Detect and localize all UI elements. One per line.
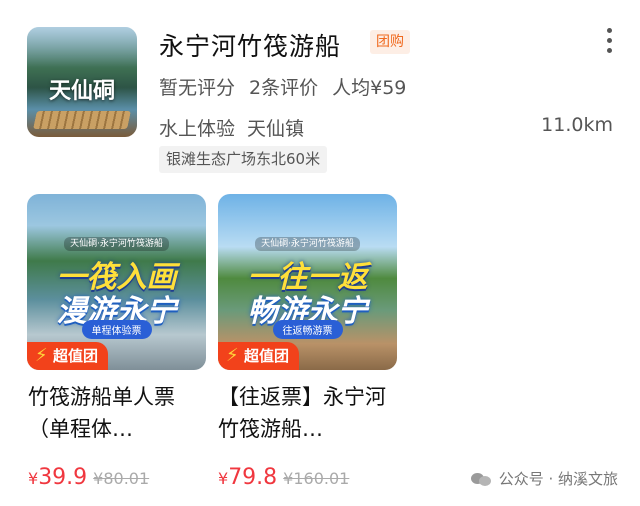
deal-pill: 单程体验票 [81, 320, 152, 339]
current-price: ¥79.8 [218, 465, 277, 490]
deal-banner-text: 天仙硐·永宁河竹筏游船 [64, 237, 169, 251]
deal-banner-text: 天仙硐·永宁河竹筏游船 [255, 237, 360, 251]
original-price: ¥160.01 [283, 469, 350, 488]
area-text: 天仙镇 [247, 118, 305, 140]
review-count[interactable]: 2条评价 [249, 73, 318, 100]
rating-text: 暂无评分 [159, 77, 236, 99]
location-hint[interactable]: 银滩生态广场东北60米 [159, 146, 328, 173]
thumb-title-text: 天仙硐 [48, 78, 115, 104]
wechat-icon [470, 471, 493, 487]
distance-text: 11.0km [541, 114, 613, 136]
lightning-icon: ⚡ [226, 345, 239, 366]
poi-title[interactable]: 永宁河竹筏游船 [159, 27, 341, 63]
poi-meta-row: 暂无评分 2条评价 人均¥59 [159, 73, 406, 100]
poi-category-row: 水上体验 天仙镇 [159, 114, 304, 141]
currency-symbol: ¥ [28, 469, 39, 488]
watermark: 公众号 · 纳溪文旅 [470, 468, 618, 489]
deal-price-2: ¥79.8 ¥160.01 [218, 465, 349, 490]
price-value: 39.9 [38, 465, 88, 490]
deal-image-1[interactable]: 天仙硐·永宁河竹筏游船 一筏入画 漫游永宁 单程体验票 ⚡ 超值团 [27, 194, 206, 370]
deal-banner: 天仙硐·永宁河竹筏游船 [218, 236, 397, 251]
watermark-text: 公众号 · 纳溪文旅 [498, 470, 618, 488]
deal-banner: 天仙硐·永宁河竹筏游船 [27, 236, 206, 251]
value-badge: ⚡ 超值团 [27, 342, 109, 370]
deal-price-1: ¥39.9 ¥80.01 [28, 465, 149, 490]
group-buy-tag: 团购 [370, 30, 410, 54]
deal-pill: 往返畅游票 [272, 320, 343, 339]
category-text: 水上体验 [159, 118, 236, 140]
thumb-sky [27, 27, 137, 67]
poi-thumbnail[interactable]: 天仙硐 [27, 27, 137, 137]
avg-price: 人均¥59 [332, 77, 407, 99]
deal-title-1[interactable]: 竹筏游船单人票（单程体… [28, 381, 208, 445]
value-badge: ⚡ 超值团 [218, 342, 300, 370]
more-options-icon[interactable] [606, 28, 612, 53]
currency-symbol: ¥ [218, 469, 229, 488]
original-price: ¥80.01 [93, 469, 150, 488]
value-badge-text: 超值团 [53, 347, 99, 365]
current-price: ¥39.9 [28, 465, 87, 490]
deal-title-2[interactable]: 【往返票】永宁河竹筏游船… [218, 381, 398, 445]
value-badge-text: 超值团 [244, 347, 290, 365]
price-value: 79.8 [228, 465, 278, 490]
deal-image-2[interactable]: 天仙硐·永宁河竹筏游船 一往一返 畅游永宁 往返畅游票 ⚡ 超值团 [218, 194, 397, 370]
thumb-raft [33, 111, 131, 129]
lightning-icon: ⚡ [35, 345, 48, 366]
